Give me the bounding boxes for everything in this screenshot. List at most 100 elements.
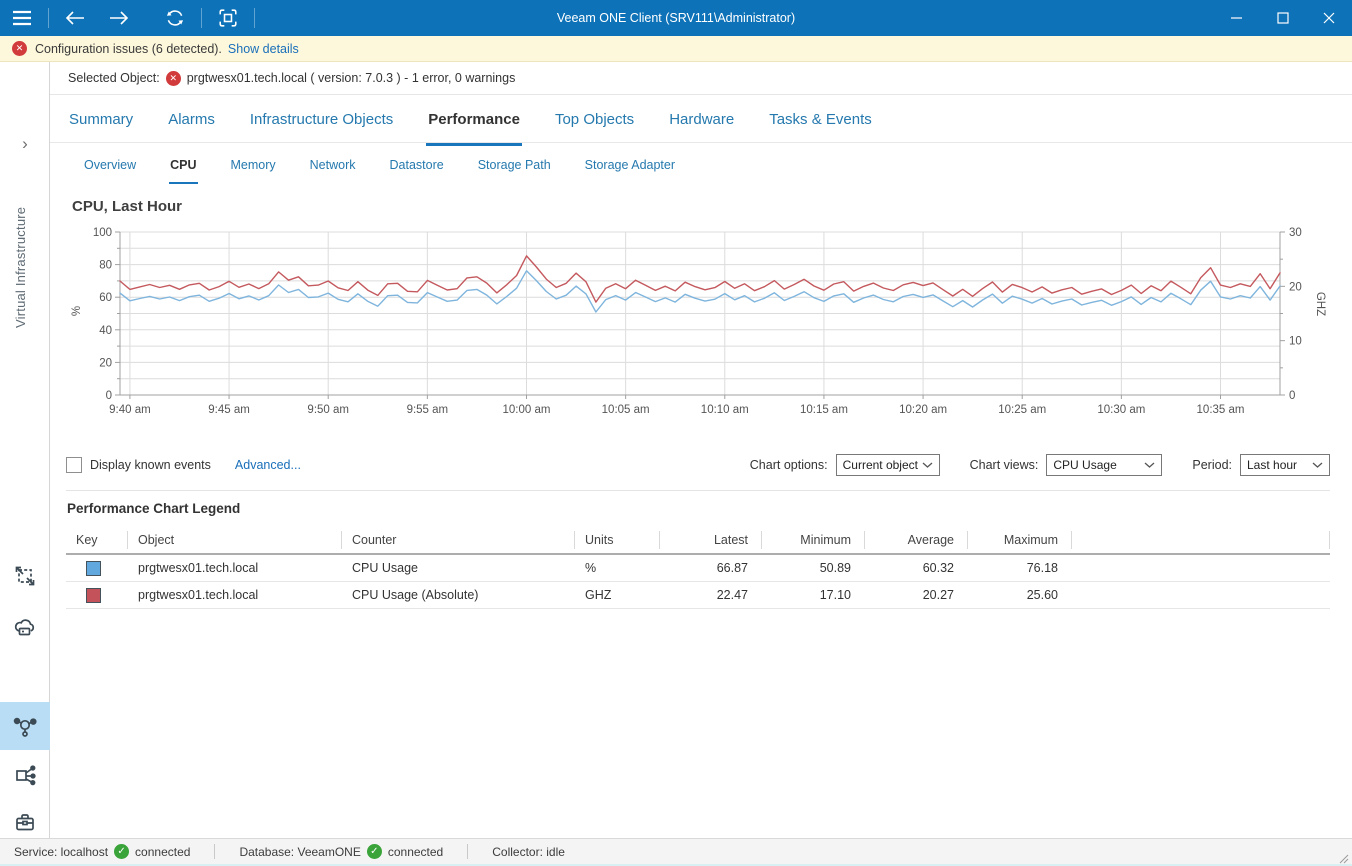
svg-text:10:15 am: 10:15 am xyxy=(800,404,848,416)
collector-status-label: Collector: idle xyxy=(492,844,565,859)
grid-arrows-icon xyxy=(15,566,35,586)
table-header-row: Key Object Counter Units Latest Minimum … xyxy=(66,527,1330,555)
service-status-value: connected xyxy=(135,844,191,859)
database-status-label: Database: VeeamONE xyxy=(239,844,361,859)
period-value: Last hour xyxy=(1247,458,1298,472)
refresh-button[interactable] xyxy=(153,0,197,36)
statusbar-separator xyxy=(467,844,469,859)
svg-text:0: 0 xyxy=(106,390,112,402)
chart-controls-row: Display known events Advanced... Chart o… xyxy=(66,452,1330,478)
close-button[interactable] xyxy=(1306,0,1352,36)
column-header-units: Units xyxy=(575,527,660,553)
column-header-object: Object xyxy=(128,527,342,553)
show-details-link[interactable]: Show details xyxy=(228,42,299,56)
subtab-storage-path[interactable]: Storage Path xyxy=(477,150,552,182)
back-arrow-icon xyxy=(65,11,84,25)
section-divider xyxy=(66,490,1330,491)
tab-top-objects[interactable]: Top Objects xyxy=(553,100,636,143)
cell-minimum: 50.89 xyxy=(819,561,851,575)
selected-object-label: Selected Object: xyxy=(68,71,160,85)
cell-object: prgtwesx01.tech.local xyxy=(138,561,259,575)
sidebar-item-virtual-infrastructure[interactable] xyxy=(0,702,50,750)
period-label: Period: xyxy=(1192,458,1232,472)
svg-text:10:05 am: 10:05 am xyxy=(602,404,650,416)
series-key-swatch xyxy=(86,560,101,576)
subtab-datastore[interactable]: Datastore xyxy=(389,150,445,182)
column-header-counter: Counter xyxy=(342,527,575,553)
svg-text:10: 10 xyxy=(1289,336,1302,348)
service-status-label: Service: localhost xyxy=(14,844,109,859)
close-icon xyxy=(1323,12,1335,24)
svg-text:10:00 am: 10:00 am xyxy=(503,404,551,416)
svg-text:40: 40 xyxy=(99,325,112,337)
tab-tasks-events[interactable]: Tasks & Events xyxy=(767,100,874,143)
title-bar: Veeam ONE Client (SRV111\Administrator) xyxy=(0,0,1352,36)
subtab-memory[interactable]: Memory xyxy=(230,150,277,182)
cloud-server-icon xyxy=(14,619,35,636)
subtab-network[interactable]: Network xyxy=(309,150,357,182)
tab-alarms[interactable]: Alarms xyxy=(166,100,217,143)
svg-text:9:50 am: 9:50 am xyxy=(307,404,349,416)
svg-text:20: 20 xyxy=(99,357,112,369)
performance-chart: 9:40 am 9:45 am 9:50 am 9:55 am 10:00 am 10:0… xyxy=(93,227,1302,416)
period-select[interactable]: Last hour xyxy=(1240,454,1330,476)
column-header-latest: Latest xyxy=(660,527,762,553)
display-known-events-label: Display known events xyxy=(90,458,211,472)
column-header-maximum: Maximum xyxy=(968,527,1072,553)
legend-title: Performance Chart Legend xyxy=(67,501,241,516)
toolbar-separator xyxy=(201,8,202,28)
expand-sidebar-button[interactable]: › xyxy=(0,134,50,154)
minimize-icon xyxy=(1231,17,1242,19)
cell-average: 20.27 xyxy=(922,588,954,602)
advanced-link[interactable]: Advanced... xyxy=(235,458,301,472)
sidebar-item-vsphere-hierarchy[interactable] xyxy=(0,750,50,798)
connected-check-icon: ✓ xyxy=(366,844,382,859)
main-menu-button[interactable] xyxy=(0,0,44,36)
svg-text:80: 80 xyxy=(99,260,112,272)
database-status-value: connected xyxy=(387,844,444,859)
back-button[interactable] xyxy=(53,0,97,36)
svg-text:9:55 am: 9:55 am xyxy=(407,404,449,416)
cell-latest: 22.47 xyxy=(716,588,748,602)
maximize-button[interactable] xyxy=(1260,0,1306,36)
sidebar-item-business-view[interactable] xyxy=(0,604,50,652)
tab-infrastructure-objects[interactable]: Infrastructure Objects xyxy=(248,100,395,143)
sidebar-item-data-protection[interactable] xyxy=(0,552,50,600)
cell-average: 60.32 xyxy=(922,561,954,575)
chevron-down-icon xyxy=(922,462,933,468)
toolbar-separator xyxy=(254,8,255,28)
performance-subtab-bar: Overview CPU Memory Network Datastore St… xyxy=(50,150,1352,184)
cell-units: % xyxy=(585,561,597,575)
minimize-button[interactable] xyxy=(1214,0,1260,36)
chart-options-label: Chart options: xyxy=(749,458,828,472)
svg-text:100: 100 xyxy=(93,227,112,239)
tab-summary[interactable]: Summary xyxy=(67,100,135,143)
forward-button[interactable] xyxy=(97,0,141,36)
svg-text:10:30 am: 10:30 am xyxy=(1097,404,1145,416)
cell-object: prgtwesx01.tech.local xyxy=(138,588,259,602)
display-known-events-checkbox[interactable] xyxy=(66,457,82,473)
window-controls xyxy=(1214,0,1352,36)
chart-views-value: CPU Usage xyxy=(1053,458,1117,472)
subtab-cpu[interactable]: CPU xyxy=(169,150,198,184)
chart-options-select[interactable]: Current object xyxy=(835,454,940,476)
svg-text:10:25 am: 10:25 am xyxy=(998,404,1046,416)
focus-frame-icon xyxy=(219,9,237,27)
subtab-overview[interactable]: Overview xyxy=(83,150,137,182)
tab-performance[interactable]: Performance xyxy=(426,100,522,146)
error-icon: ✕ xyxy=(12,41,27,56)
maximize-icon xyxy=(1277,12,1289,24)
connected-check-icon: ✓ xyxy=(114,844,130,859)
selected-object-text: prgtwesx01.tech.local ( version: 7.0.3 )… xyxy=(186,71,516,85)
subtab-storage-adapter[interactable]: Storage Adapter xyxy=(584,150,676,182)
performance-legend-table: Key Object Counter Units Latest Minimum … xyxy=(66,527,1330,609)
column-header-key: Key xyxy=(66,527,128,553)
tab-hardware[interactable]: Hardware xyxy=(667,100,736,143)
cell-maximum: 76.18 xyxy=(1026,561,1058,575)
window-title: Veeam ONE Client (SRV111\Administrator) xyxy=(556,11,796,25)
svg-text:9:40 am: 9:40 am xyxy=(109,404,151,416)
svg-text:10:10 am: 10:10 am xyxy=(701,404,749,416)
focus-object-button[interactable] xyxy=(206,0,250,36)
chevron-down-icon xyxy=(1144,462,1155,468)
chart-views-select[interactable]: CPU Usage xyxy=(1046,454,1163,476)
